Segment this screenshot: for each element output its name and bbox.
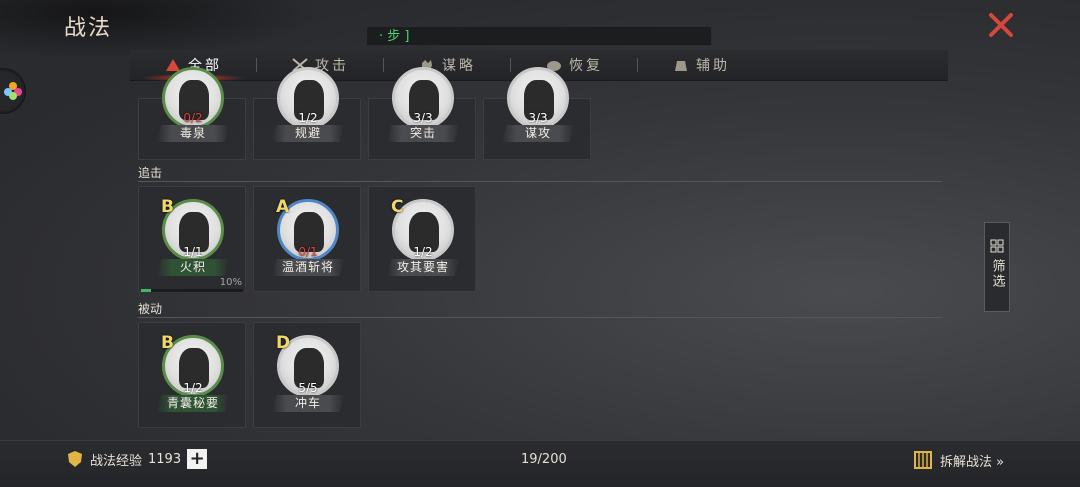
skill-name: 突击 — [387, 125, 459, 142]
skill-card[interactable]: B 1/1 火积 10% — [138, 186, 246, 292]
add-exp-button[interactable]: + — [187, 449, 208, 469]
side-menu-tab[interactable] — [0, 68, 26, 114]
dismantle-button[interactable]: 拆解战法 » — [912, 449, 1004, 471]
skill-name: 谋攻 — [502, 125, 574, 142]
skill-count: 0/2 — [183, 111, 203, 125]
skill-count: 5/5 — [298, 381, 318, 395]
skill-card[interactable]: 0/2 毒泉 — [138, 67, 246, 160]
grade-badge: B — [161, 197, 174, 217]
skill-name: 攻其要害 — [387, 259, 459, 276]
search-input[interactable]: · 步 ] — [366, 26, 712, 46]
skill-card[interactable]: D 5/5 冲车 — [253, 322, 361, 428]
filter-label: 筛选 — [989, 259, 1005, 289]
section-label-pursuit: 追击 — [138, 166, 163, 180]
flower-icon — [4, 82, 22, 100]
grade-badge: B — [161, 333, 174, 353]
skill-name: 冲车 — [272, 395, 344, 412]
progress-bar — [141, 289, 243, 292]
tab-label: 辅助 — [696, 58, 730, 74]
tab-label: 恢复 — [569, 58, 603, 74]
exp-value: 1193 — [148, 451, 182, 467]
tab-support[interactable]: 辅助 — [638, 50, 764, 80]
skill-name: 温酒斩将 — [272, 259, 344, 276]
support-bag-icon — [675, 61, 687, 71]
skill-count: 1/2 — [413, 245, 433, 259]
skill-name: 规避 — [272, 125, 344, 142]
skill-count-total: 19/200 — [521, 452, 567, 467]
skill-name: 火积 — [157, 259, 229, 276]
section-label-passive: 被动 — [138, 302, 163, 316]
skill-card[interactable]: B 1/2 青囊秘要 — [138, 322, 246, 428]
close-icon[interactable] — [986, 10, 1016, 40]
skill-count: 3/3 — [528, 111, 548, 125]
exp-label: 战法经验 — [90, 453, 143, 469]
skill-card[interactable]: A 0/1 温酒斩将 — [253, 186, 361, 292]
dismantle-icon — [914, 451, 932, 469]
skill-count: 0/1 — [298, 245, 318, 259]
skill-card[interactable]: 3/3 突击 — [368, 67, 476, 160]
dismantle-label: 拆解战法 » — [940, 454, 1005, 470]
grade-badge: D — [276, 333, 291, 353]
skill-count: 1/1 — [183, 245, 203, 259]
skill-exp: 战法经验 1193 + — [66, 449, 208, 469]
skill-card[interactable]: C 1/2 攻其要害 — [368, 186, 476, 292]
exp-shield-icon — [68, 451, 82, 467]
section-divider — [138, 317, 942, 318]
skill-count: 3/3 — [413, 111, 433, 125]
grade-badge: C — [391, 197, 404, 217]
section-divider — [138, 181, 942, 182]
grid-filter-icon — [990, 239, 1004, 253]
filter-button[interactable]: 筛选 — [984, 222, 1010, 312]
skill-name: 毒泉 — [157, 125, 229, 142]
skill-count: 1/2 — [183, 381, 203, 395]
tab-label: 谋略 — [442, 58, 476, 74]
progress-percent: 10% — [219, 277, 242, 288]
bottom-bar: 战法经验 1193 + 19/200 拆解战法 » — [0, 440, 1080, 487]
skill-card[interactable]: 1/2 规避 — [253, 67, 361, 160]
skill-card[interactable]: 3/3 谋攻 — [483, 67, 591, 160]
grade-badge: A — [276, 197, 290, 217]
page-title: 战法 — [64, 16, 113, 41]
skill-count: 1/2 — [298, 111, 318, 125]
skill-name: 青囊秘要 — [157, 395, 229, 412]
